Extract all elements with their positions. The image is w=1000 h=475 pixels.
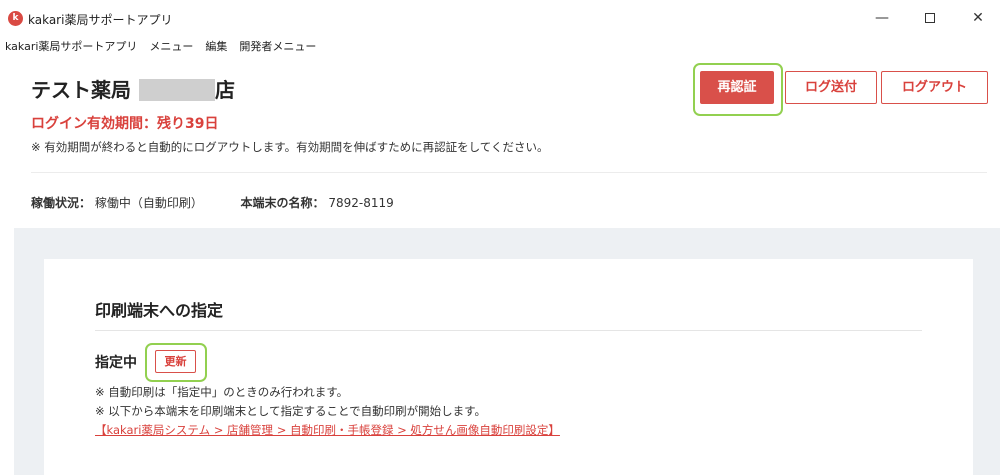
card-divider <box>95 330 922 331</box>
header-divider <box>31 172 987 173</box>
menu-item-edit[interactable]: 編集 <box>205 38 227 56</box>
pharmacy-name: テスト薬局 店 <box>31 74 235 103</box>
send-log-button[interactable]: ログ送付 <box>785 71 877 104</box>
pharmacy-name-prefix: テスト薬局 <box>31 78 131 102</box>
login-expiry: ログイン有効期間：残り39日 <box>31 116 219 132</box>
card-title: 印刷端末への指定 <box>95 301 224 320</box>
pharmacy-name-suffix: 店 <box>215 78 235 102</box>
reauth-button[interactable]: 再認証 <box>700 71 774 104</box>
maximize-icon <box>925 13 935 23</box>
auto-print-note: ※ 自動印刷は「指定中」のときのみ行われます。 <box>95 385 349 399</box>
settings-path-link[interactable]: 【kakari薬局システム > 店舗管理 > 自動印刷・手帳登録 > 処方せん画… <box>95 422 560 438</box>
menu-item-menu[interactable]: メニュー <box>149 38 193 56</box>
menu-item-developer[interactable]: 開発者メニュー <box>239 38 316 56</box>
menu-item-app[interactable]: kakari薬局サポートアプリ <box>5 38 137 56</box>
update-button[interactable]: 更新 <box>155 350 196 373</box>
close-button[interactable]: ✕ <box>958 6 998 30</box>
redacted-block <box>139 79 215 101</box>
expiry-note: ※ 有効期間が終わると自動的にログアウトします。有効期間を伸ばすために再認証をし… <box>31 140 549 154</box>
title-bar: k kakari薬局サポートアプリ — ✕ <box>0 0 1000 36</box>
status-label: 稼働状況： <box>31 196 92 210</box>
status-value: 稼働中（自動印刷） <box>94 196 203 210</box>
status-row: 稼働状況： 稼働中（自動印刷） 本端末の名称： 7892-8119 <box>31 194 394 211</box>
menu-bar: kakari薬局サポートアプリ メニュー 編集 開発者メニュー <box>0 38 322 56</box>
device-name-label: 本端末の名称： <box>240 196 325 210</box>
designation-note: ※ 以下から本端末を印刷端末として指定することで自動印刷が開始します。 <box>95 404 486 418</box>
maximize-button[interactable] <box>910 6 950 30</box>
designated-status: 指定中 <box>95 355 137 371</box>
app-logo-icon: k <box>8 11 23 26</box>
logout-button[interactable]: ログアウト <box>881 71 988 104</box>
window-title: kakari薬局サポートアプリ <box>28 13 173 27</box>
minimize-button[interactable]: — <box>862 6 902 30</box>
device-name-value: 7892-8119 <box>328 196 394 210</box>
